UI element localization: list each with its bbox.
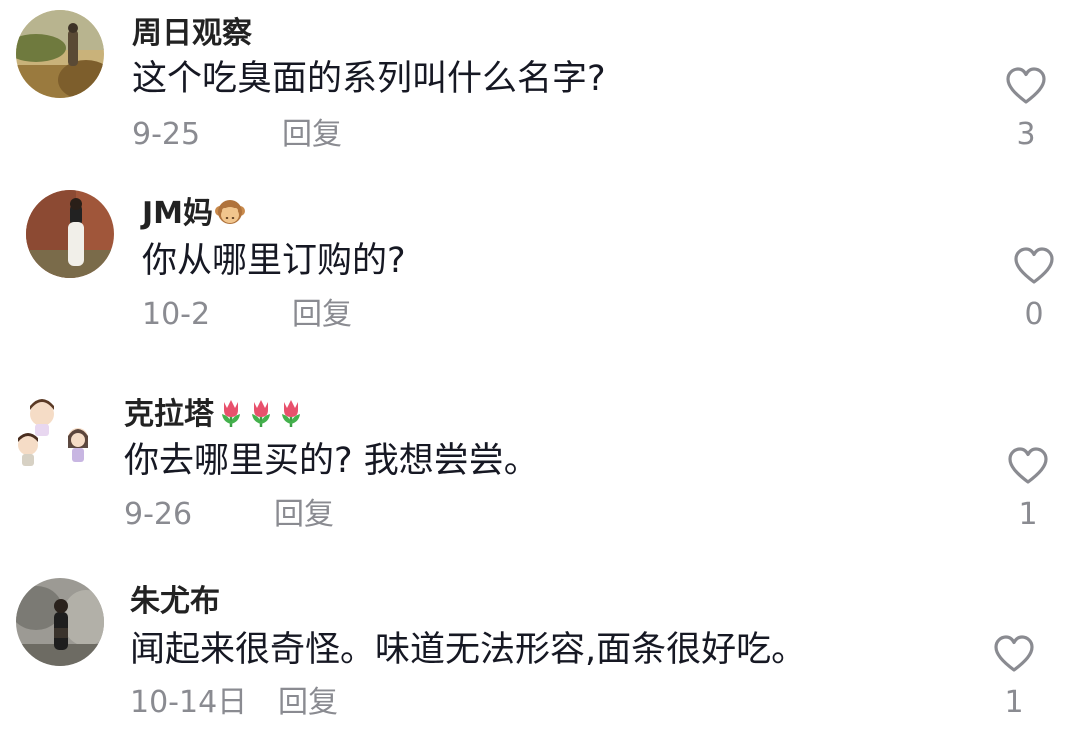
like-count: 1 bbox=[1004, 685, 1024, 720]
reply-button[interactable]: 回复 bbox=[278, 685, 338, 721]
username[interactable]: 朱尤布 bbox=[130, 584, 220, 620]
comment-date: 10-14日 bbox=[130, 685, 248, 720]
comment-text: 闻起来很奇怪。味道无法形容,面条很好吃。 bbox=[130, 630, 807, 670]
heart-icon[interactable] bbox=[992, 634, 1036, 674]
avatar[interactable] bbox=[16, 578, 104, 666]
comment-item: 朱尤布 闻起来很奇怪。味道无法形容,面条很好吃。 10-14日 回复 1 bbox=[0, 0, 1080, 749]
